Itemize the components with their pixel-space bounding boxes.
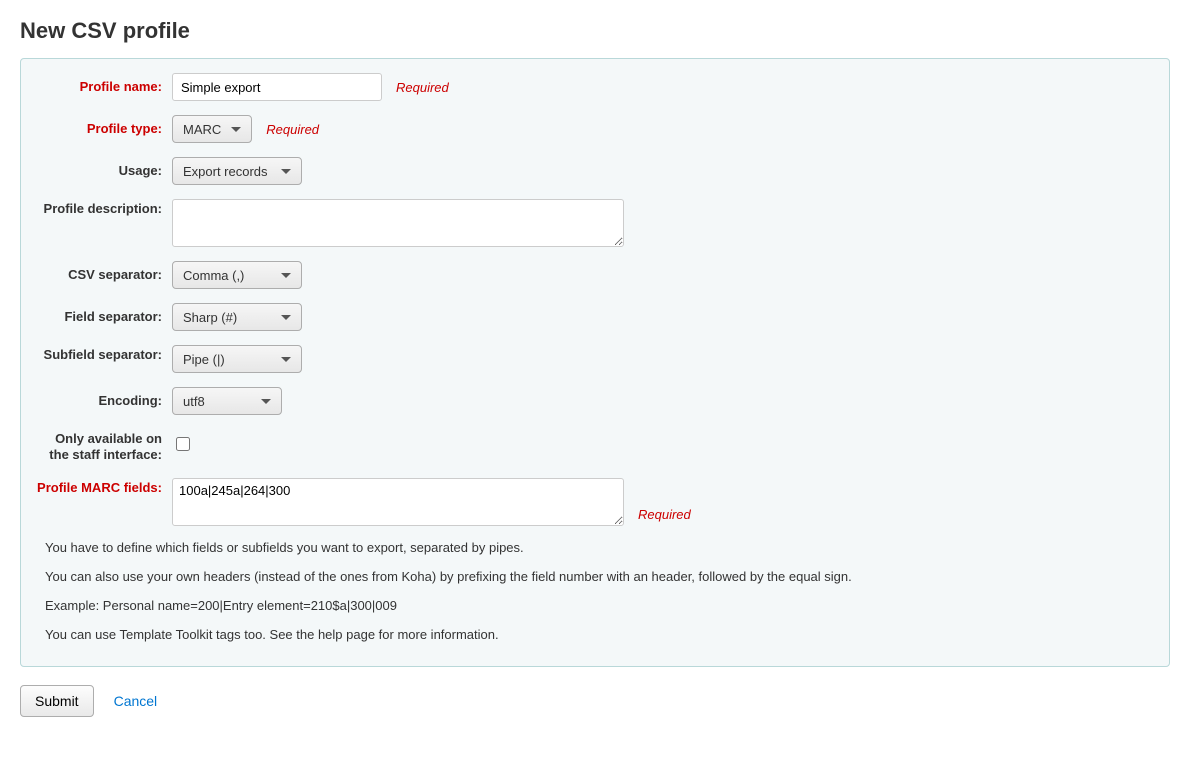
staff-only-checkbox[interactable]: [176, 437, 190, 451]
encoding-select[interactable]: utf8: [172, 387, 282, 415]
usage-select[interactable]: Export records: [172, 157, 302, 185]
chevron-down-icon: [261, 399, 271, 404]
profile-description-textarea[interactable]: [172, 199, 624, 247]
profile-form: Profile name: Required Profile type: MAR…: [20, 58, 1170, 667]
label-profile-name: Profile name:: [37, 73, 172, 95]
label-profile-marc-fields: Profile MARC fields:: [37, 478, 172, 496]
profile-marc-fields-textarea[interactable]: 100a|245a|264|300: [172, 478, 624, 526]
profile-type-select[interactable]: MARC: [172, 115, 252, 143]
page-title: New CSV profile: [20, 18, 1170, 44]
label-csv-separator: CSV separator:: [37, 261, 172, 283]
help-line: Example: Personal name=200|Entry element…: [45, 598, 1153, 613]
chevron-down-icon: [231, 127, 241, 132]
subfield-separator-select[interactable]: Pipe (|): [172, 345, 302, 373]
required-hint: Required: [266, 122, 319, 137]
required-hint: Required: [638, 507, 691, 522]
label-encoding: Encoding:: [37, 387, 172, 409]
chevron-down-icon: [281, 273, 291, 278]
submit-button[interactable]: Submit: [20, 685, 94, 717]
field-separator-select[interactable]: Sharp (#): [172, 303, 302, 331]
label-profile-description: Profile description:: [37, 199, 172, 217]
form-actions: Submit Cancel: [20, 685, 1170, 717]
csv-separator-select[interactable]: Comma (,): [172, 261, 302, 289]
label-usage: Usage:: [37, 157, 172, 179]
label-subfield-separator: Subfield separator:: [37, 345, 172, 363]
help-text: You have to define which fields or subfi…: [37, 540, 1153, 642]
chevron-down-icon: [281, 169, 291, 174]
cancel-link[interactable]: Cancel: [114, 693, 158, 709]
label-field-separator: Field separator:: [37, 303, 172, 325]
help-line: You can also use your own headers (inste…: [45, 569, 1153, 584]
chevron-down-icon: [281, 315, 291, 320]
profile-name-input[interactable]: [172, 73, 382, 101]
chevron-down-icon: [281, 357, 291, 362]
label-staff-only: Only available on the staff interface:: [37, 429, 172, 464]
label-profile-type: Profile type:: [37, 115, 172, 137]
help-line: You have to define which fields or subfi…: [45, 540, 1153, 555]
required-hint: Required: [396, 80, 449, 95]
help-line: You can use Template Toolkit tags too. S…: [45, 627, 1153, 642]
